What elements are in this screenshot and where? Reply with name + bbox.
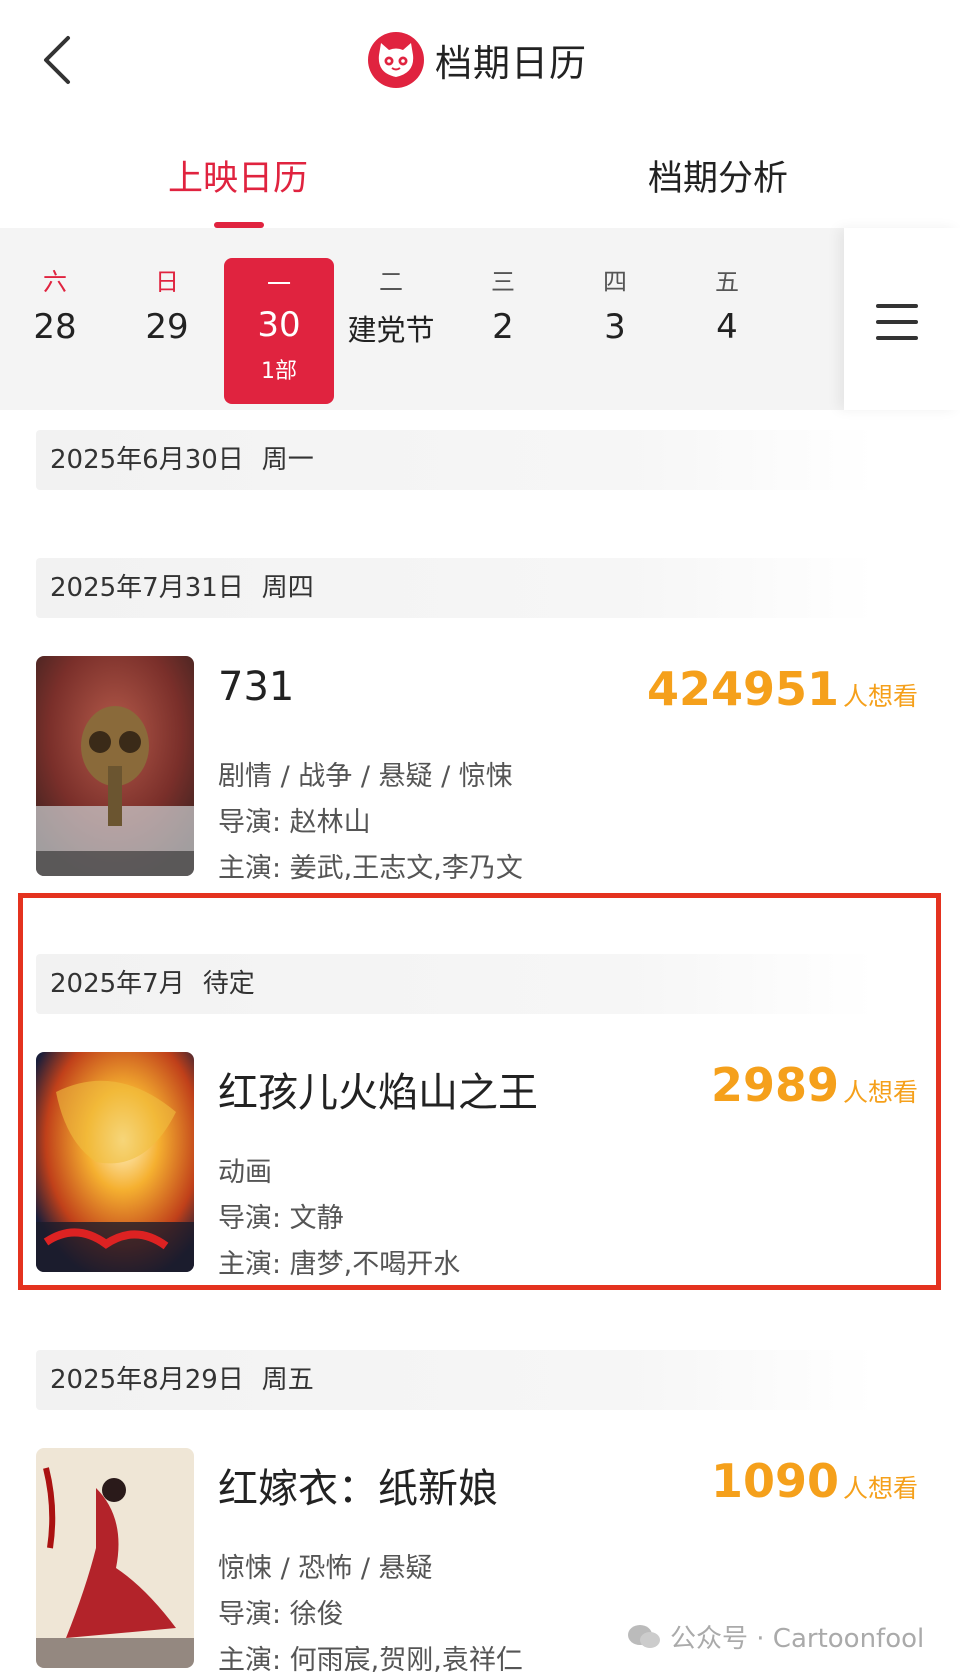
- movie-director: 导演: 赵林山: [218, 807, 371, 838]
- day-weekday: 五: [715, 268, 739, 296]
- day-weekday: 一: [267, 270, 291, 298]
- wechat-icon: [628, 1624, 660, 1648]
- movie-title: 红嫁衣：纸新娘: [218, 1466, 498, 1512]
- day-number: 3: [604, 307, 626, 347]
- day-number: 30: [257, 305, 301, 345]
- calendar-menu-area: [844, 228, 960, 410]
- movie-title: 731: [218, 664, 295, 710]
- want-to-watch: 424951 人想看: [647, 662, 918, 716]
- day-number: 28: [33, 307, 77, 347]
- movie-poster[interactable]: [36, 656, 194, 876]
- want-unit: 人想看: [842, 682, 918, 711]
- app-header: 档期日历: [0, 0, 960, 124]
- movie-director: 导演: 徐俊: [218, 1599, 344, 1630]
- want-count: 424951: [646, 662, 839, 716]
- want-count: 1090: [710, 1454, 839, 1508]
- tab-schedule-analysis[interactable]: 档期分析: [648, 150, 788, 201]
- page-title: 档期日历: [435, 42, 587, 85]
- day-tue-party-day[interactable]: 二 建党节: [336, 256, 446, 402]
- day-number: 4: [716, 307, 738, 347]
- day-weekday: 六: [43, 268, 67, 296]
- top-tabs: 上映日历 档期分析: [0, 130, 960, 230]
- brand: 档期日历: [367, 30, 587, 90]
- date-heading: 2025年8月29日 周五: [36, 1350, 876, 1410]
- back-button[interactable]: [38, 30, 78, 90]
- day-weekday: 三: [491, 268, 515, 296]
- day-weekday: 四: [603, 268, 627, 296]
- date-heading-week: 周五: [261, 1365, 314, 1395]
- watermark-text: 公众号 · Cartoonfool: [670, 1624, 925, 1654]
- day-number: 2: [492, 307, 514, 347]
- movie-genres: 惊悚 / 恐怖 / 悬疑: [218, 1553, 433, 1584]
- movie-genres: 剧情 / 战争 / 悬疑 / 惊悚: [218, 761, 513, 792]
- day-mon-30-selected[interactable]: 一 30 1部: [224, 258, 334, 404]
- date-heading: 2025年6月30日 周一: [36, 430, 876, 490]
- chevron-left-icon: [44, 36, 70, 84]
- menu-icon[interactable]: [876, 304, 918, 340]
- day-wed-2[interactable]: 三 2: [448, 256, 558, 402]
- day-weekday: 日: [155, 268, 179, 296]
- day-number: 建党节: [347, 313, 435, 347]
- date-heading-date: 2025年7月31日: [50, 573, 244, 603]
- date-heading-week: 周一: [261, 445, 314, 475]
- day-movie-count: 1部: [261, 359, 297, 384]
- movie-cast: 主演: 姜武,王志文,李乃文: [218, 853, 523, 884]
- movie-item-731[interactable]: 731 424951 人想看 剧情 / 战争 / 悬疑 / 惊悚 导演: 赵林山…: [0, 656, 960, 884]
- want-unit: 人想看: [842, 1474, 918, 1503]
- date-strip: 六 28 日 29 一 30 1部 二 建党节 三 2 四 3 五 4: [0, 228, 960, 410]
- movie-poster[interactable]: [36, 1448, 194, 1668]
- date-heading: 2025年7月31日 周四: [36, 558, 876, 618]
- day-thu-3[interactable]: 四 3: [560, 256, 670, 402]
- want-to-watch: 1090 人想看: [711, 1454, 918, 1508]
- date-heading-date: 2025年8月29日: [50, 1365, 244, 1395]
- day-sun-29[interactable]: 日 29: [112, 256, 222, 402]
- date-heading-week: 周四: [261, 573, 314, 603]
- day-number: 29: [145, 307, 189, 347]
- day-sat-28[interactable]: 六 28: [0, 256, 110, 402]
- day-weekday: 二: [379, 268, 403, 296]
- tab-release-calendar[interactable]: 上映日历: [168, 150, 308, 201]
- watermark: 公众号 · Cartoonfool: [626, 1618, 924, 1655]
- highlight-annotation-box: [18, 893, 941, 1290]
- movie-cast: 主演: 何雨宸,贺刚,袁祥仁: [218, 1645, 523, 1674]
- day-fri-4[interactable]: 五 4: [672, 256, 782, 402]
- cat-logo-icon: [368, 32, 424, 88]
- date-heading-date: 2025年6月30日: [50, 445, 244, 475]
